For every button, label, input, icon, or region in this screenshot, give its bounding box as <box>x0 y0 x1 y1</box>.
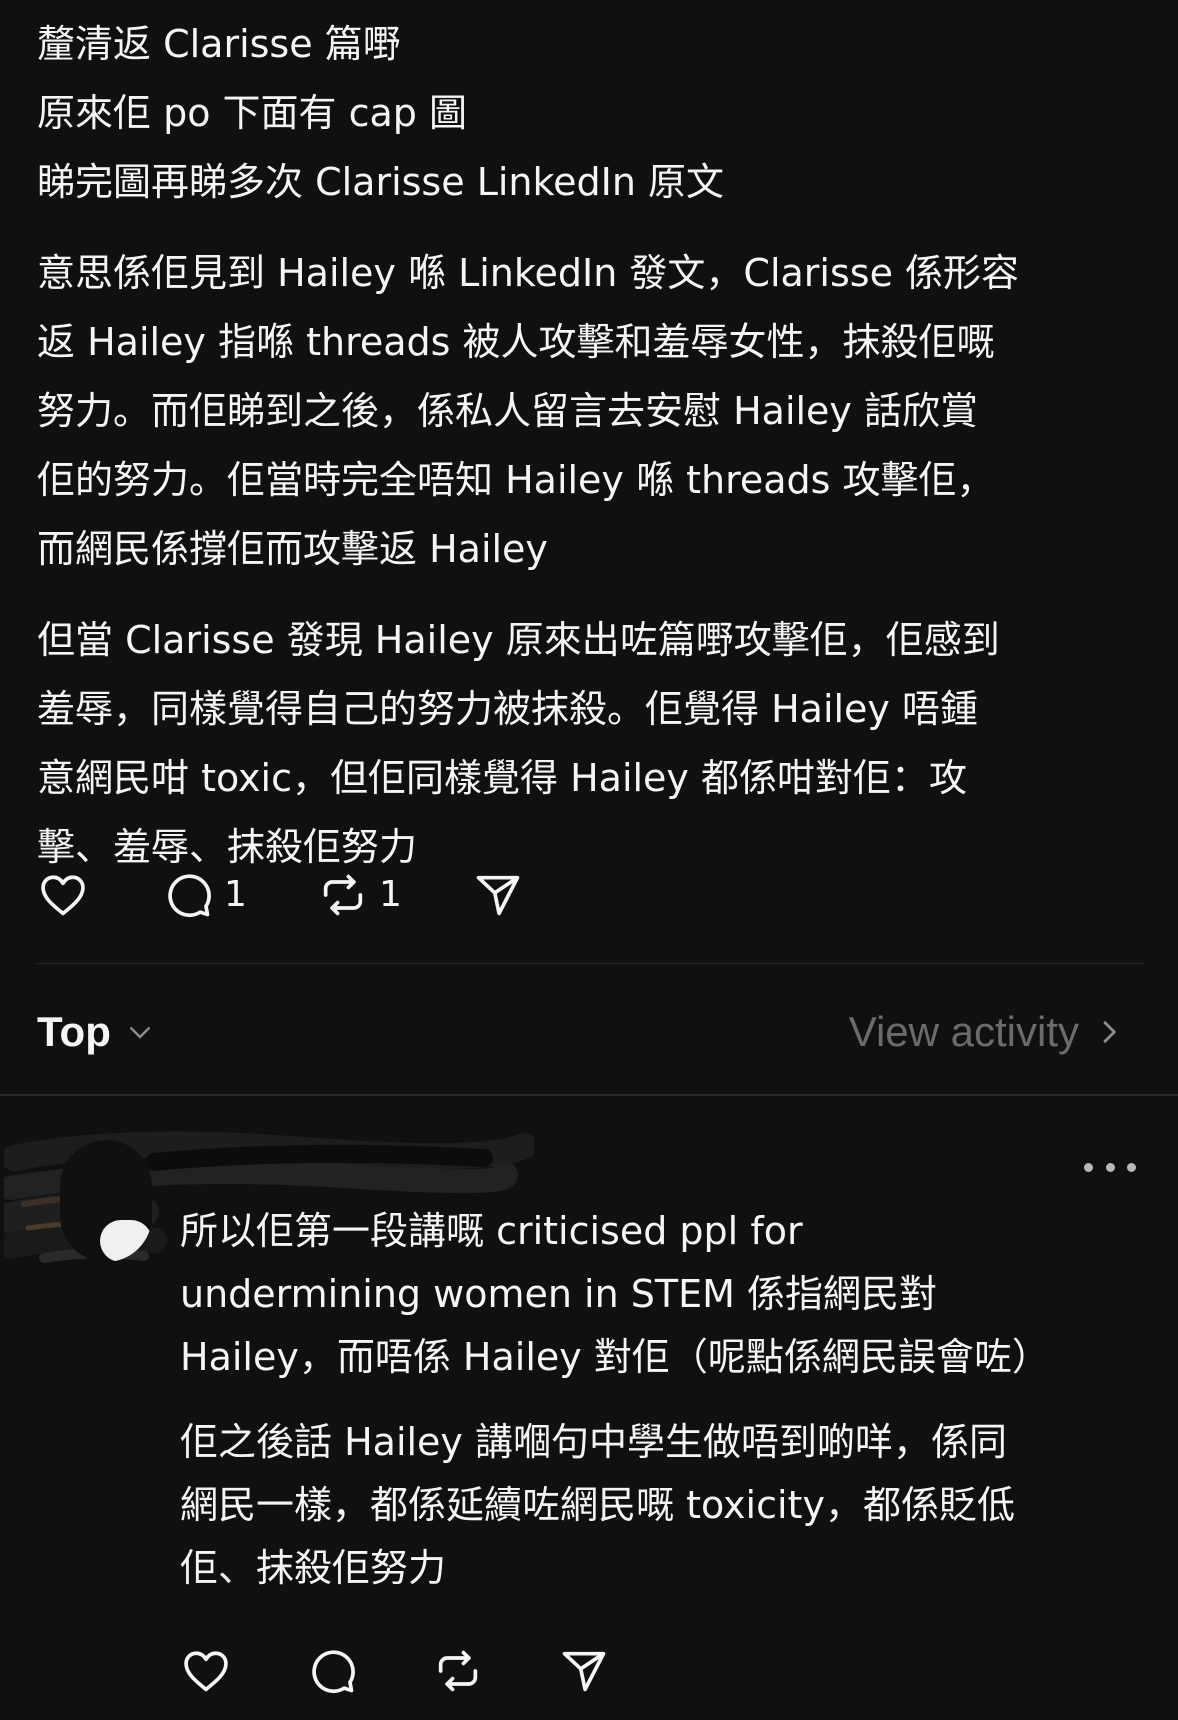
post-line: 但當 Clarisse 發現 Hailey 原來出咗篇嘢攻擊佢，佢感到 <box>37 618 1000 662</box>
reply-share-button[interactable] <box>558 1641 610 1701</box>
post-line: 睇完圖再睇多次 Clarisse LinkedIn 原文 <box>37 160 725 204</box>
post-line: 而網民係撐佢而攻擊返 Hailey <box>37 527 548 571</box>
heart-icon <box>184 1651 228 1692</box>
post-line: 羞辱，同樣覺得自己的努力被抹殺。佢覺得 Hailey 唔鍾 <box>37 687 979 731</box>
chevron-down-icon <box>129 1027 150 1039</box>
reply-text: 所以佢第一段講嘅 criticised ppl for undermining … <box>180 1200 1150 1600</box>
reply-line: 佢之後話 Hailey 講嗰句中學生做唔到啲咩，係同 <box>180 1420 1008 1464</box>
view-activity-link[interactable]: View activity <box>849 1008 1125 1056</box>
speech-bubble-icon <box>312 1650 355 1694</box>
divider <box>37 963 1143 964</box>
post-line: 意網民咁 toxic，但佢同樣覺得 Hailey 都係咁對佢：攻 <box>37 756 967 800</box>
paper-plane-icon <box>562 1651 606 1692</box>
replies-sort-bar: Top View activity <box>37 1000 1125 1064</box>
reply-repost-button[interactable] <box>432 1641 558 1701</box>
heart-icon <box>41 875 85 916</box>
reply-action-bar <box>180 1641 610 1701</box>
post-line: 釐清返 Clarisse 篇嘢 <box>37 22 401 66</box>
reply-line: undermining women in STEM 係指網民對 <box>180 1272 937 1316</box>
reply-like-button[interactable] <box>180 1641 306 1701</box>
post-paragraph: 但當 Clarisse 發現 Hailey 原來出咗篇嘢攻擊佢，佢感到 羞辱，同… <box>37 606 1147 882</box>
speech-bubble-icon <box>168 874 211 918</box>
more-dots-icon <box>1105 1162 1115 1172</box>
more-options-button[interactable] <box>1084 1150 1136 1184</box>
repost-count: 1 <box>379 874 402 915</box>
reply-line: 所以佢第一段講嘅 criticised ppl for <box>180 1209 803 1253</box>
reply-line: 網民一樣，都係延續咗網民嘅 toxicity，都係貶低 <box>180 1483 1015 1527</box>
reply-line: 佢、抹殺佢努力 <box>180 1546 447 1590</box>
reply-comment-button[interactable] <box>306 1641 432 1701</box>
sort-label: Top <box>37 1008 111 1055</box>
share-button[interactable] <box>472 865 524 925</box>
sort-dropdown[interactable]: Top <box>37 1008 155 1056</box>
repost-arrows-icon <box>438 1650 478 1692</box>
post-text: 釐清返 Clarisse 篇嘢 原來佢 po 下面有 cap 圖 睇完圖再睇多次… <box>37 10 1147 882</box>
post-line: 原來佢 po 下面有 cap 圖 <box>37 91 467 135</box>
post-paragraph: 意思係佢見到 Hailey 喺 LinkedIn 發文，Clarisse 係形容… <box>37 239 1147 584</box>
post-paragraph: 釐清返 Clarisse 篇嘢 原來佢 po 下面有 cap 圖 睇完圖再睇多次… <box>37 10 1147 217</box>
section-divider <box>0 1094 1178 1096</box>
repost-button[interactable]: 1 <box>317 865 472 925</box>
post-line: 努力。而佢睇到之後，係私人留言去安慰 Hailey 話欣賞 <box>37 389 979 433</box>
more-dots-icon <box>1084 1162 1093 1172</box>
view-activity-label: View activity <box>848 1008 1079 1055</box>
reply-line: Hailey，而唔係 Hailey 對佢（呢點係網民誤會咗） <box>180 1335 1050 1379</box>
chevron-right-icon <box>1103 1021 1116 1043</box>
like-button[interactable] <box>37 865 162 925</box>
post-line: 意思係佢見到 Hailey 喺 LinkedIn 發文，Clarisse 係形容 <box>37 251 1020 295</box>
reply-paragraph: 所以佢第一段講嘅 criticised ppl for undermining … <box>180 1200 1150 1389</box>
repost-arrows-icon <box>323 874 363 916</box>
avatar[interactable] <box>60 1140 152 1262</box>
post-line: 返 Hailey 指喺 threads 被人攻擊和羞辱女性，抹殺佢嘅 <box>37 320 995 364</box>
avatar-highlight <box>100 1220 152 1262</box>
post-line: 佢的努力。佢當時完全唔知 Hailey 喺 threads 攻擊佢， <box>37 458 995 502</box>
paper-plane-icon <box>476 875 520 916</box>
reply-paragraph: 佢之後話 Hailey 講嗰句中學生做唔到啲咩，係同 網民一樣，都係延續咗網民嘅… <box>180 1411 1150 1600</box>
post-action-bar: 1 1 <box>37 865 524 925</box>
comment-button[interactable]: 1 <box>162 865 317 925</box>
comment-count: 1 <box>224 874 247 915</box>
more-dots-icon <box>1127 1162 1136 1172</box>
